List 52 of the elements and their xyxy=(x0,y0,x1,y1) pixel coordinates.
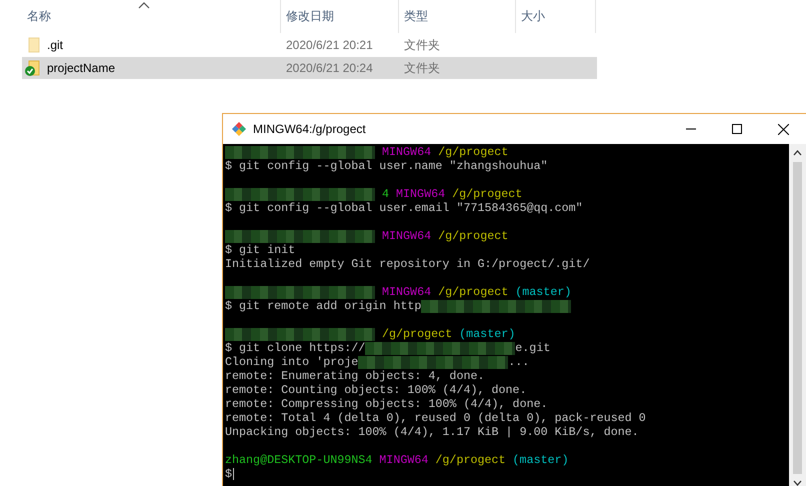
prompt-path: /g/progect xyxy=(382,327,452,341)
terminal-text: $ git config --global user.email "771584365@qq.com" xyxy=(225,201,583,215)
terminal-text: remote: Total 4 (delta 0), reused 0 (delta 0), pack-reused 0 xyxy=(225,411,646,425)
terminal-text: remote: Enumerating objects: 4, done. xyxy=(225,369,485,383)
prompt-path: /g/progect xyxy=(435,453,506,467)
prompt-user: 4 xyxy=(382,187,390,201)
diamond-logo-icon xyxy=(231,121,247,137)
file-date: 2020/6/21 20:24 xyxy=(286,61,374,75)
prompt-branch: (master) xyxy=(515,285,572,299)
prompt-system: MINGW64 xyxy=(396,187,446,201)
prompt-system: MINGW64 xyxy=(379,453,428,467)
file-name: .git xyxy=(47,38,64,52)
column-header[interactable]: 修改日期 xyxy=(281,0,399,33)
terminal-text: $ xyxy=(225,467,232,481)
terminal-text: $ git clone https:// xyxy=(225,341,366,355)
prompt-branch: (master) xyxy=(512,453,569,467)
terminal-text: Unpacking objects: 100% (4/4), 1.17 KiB | 9.00 KiB/s, done. xyxy=(225,425,639,439)
maximize-icon xyxy=(732,124,742,134)
text-cursor xyxy=(233,468,234,480)
file-name: projectName xyxy=(47,61,116,75)
sort-caret-icon xyxy=(138,2,150,9)
column-header[interactable]: 类型 xyxy=(399,0,516,33)
file-type: 文件夹 xyxy=(404,60,440,76)
terminal-text: $ git config --global user.name "zhangshouhua" xyxy=(225,159,548,173)
terminal-text: $ git remote add origin http xyxy=(225,299,422,313)
terminal-text: Initialized empty Git repository in G:/progect/.git/ xyxy=(225,257,590,271)
prompt-path: /g/progect xyxy=(438,285,508,299)
scroll-up-icon[interactable] xyxy=(793,150,802,156)
terminal-text: e.git xyxy=(515,341,550,355)
prompt-path: /g/progect xyxy=(452,187,522,201)
window-title: MINGW64:/g/progect xyxy=(253,122,366,136)
scroll-down-icon[interactable] xyxy=(793,480,802,486)
prompt-system: MINGW64 xyxy=(382,285,432,299)
close-icon xyxy=(778,124,788,134)
terminal-text: remote: Counting objects: 100% (4/4), done. xyxy=(225,383,527,397)
prompt-branch: (master) xyxy=(459,327,516,341)
terminal-text: ... xyxy=(508,355,530,369)
column-header[interactable]: 大小 xyxy=(516,0,596,33)
prompt-system: MINGW64 xyxy=(382,145,432,159)
file-type: 文件夹 xyxy=(404,36,440,54)
prompt-path: /g/progect xyxy=(438,145,508,159)
terminal-text: $ git init xyxy=(225,243,296,257)
terminal-text: remote: Compressing objects: 100% (4/4), done. xyxy=(225,397,548,411)
column-header[interactable]: 名称 xyxy=(22,0,281,33)
terminal-text: Cloning into 'proje xyxy=(225,355,358,369)
file-row[interactable]: projectName 2020/6/21 20:24 文件夹 xyxy=(22,57,597,79)
scrollbar-thumb[interactable] xyxy=(793,162,802,474)
prompt-path: /g/progect xyxy=(438,229,508,243)
prompt-user: zhang@DESKTOP-UN99NS4 xyxy=(225,453,372,467)
prompt-system: MINGW64 xyxy=(382,229,432,243)
file-date: 2020/6/21 20:21 xyxy=(286,38,374,52)
file-row[interactable]: .git 2020/6/21 20:21 文件夹 xyxy=(22,34,597,56)
